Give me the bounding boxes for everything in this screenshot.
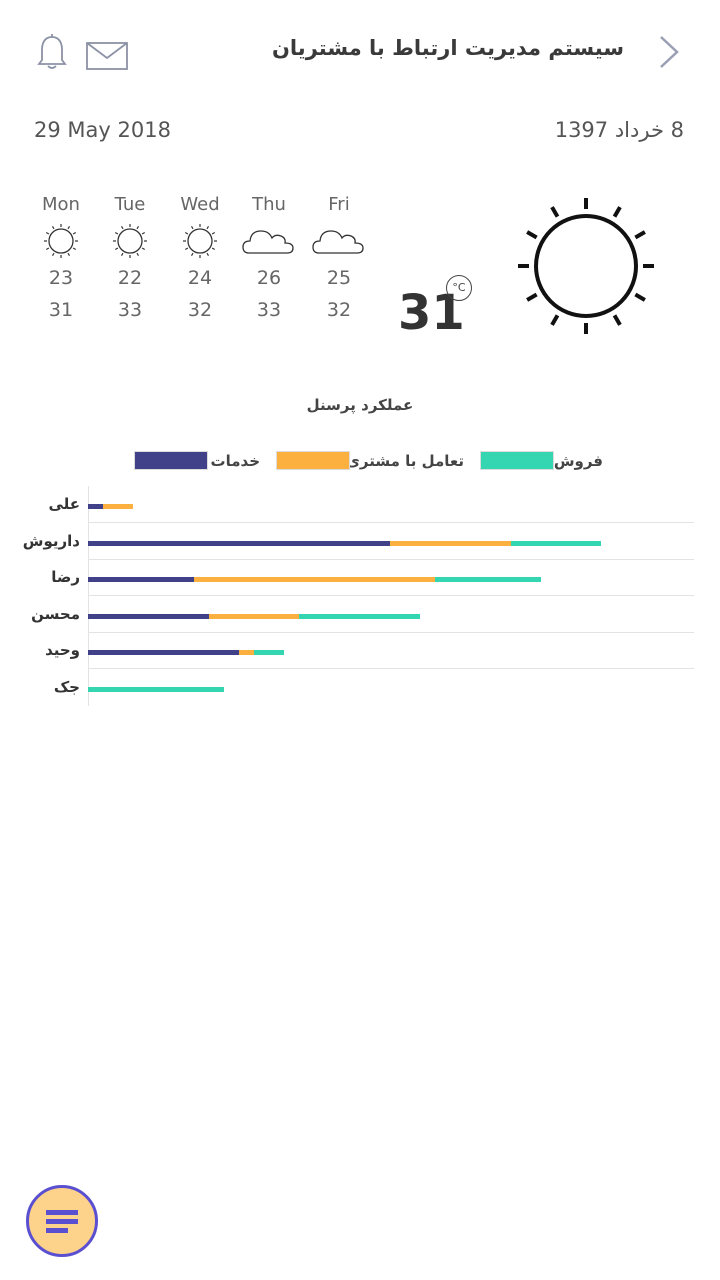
bar-segment	[208, 613, 300, 619]
grid-line	[88, 559, 694, 560]
legend-swatch	[134, 451, 208, 470]
grid-line	[88, 595, 694, 596]
category-label: جک	[53, 678, 80, 696]
forecast-day: Tue 22 33	[100, 194, 160, 321]
notifications-button[interactable]	[36, 33, 68, 71]
low-temp: 24	[187, 267, 213, 289]
mail-icon	[86, 42, 128, 70]
grid-line	[88, 668, 694, 669]
forecast-day: Thu 26 33	[239, 194, 299, 321]
category-label: داریوش	[22, 532, 80, 550]
menu-icon	[46, 1210, 78, 1233]
bar-segment	[435, 577, 541, 583]
bar-segment	[88, 577, 194, 583]
bar-segment	[239, 650, 255, 656]
chart-title: عملکرد پرسنل	[306, 396, 414, 414]
category-label: محسن	[31, 605, 80, 623]
category-label: وحید	[45, 641, 80, 659]
high-temp: 32	[326, 299, 352, 321]
low-temp: 22	[117, 267, 143, 289]
menu-fab-button[interactable]	[26, 1185, 98, 1257]
bar-segment	[88, 540, 390, 546]
grid-line	[88, 632, 694, 633]
category-label: رضا	[51, 568, 80, 586]
high-temp: 32	[187, 299, 213, 321]
legend-swatch	[480, 451, 554, 470]
forecast-day: Mon 23 31	[31, 194, 91, 321]
legend-label: خدمات	[210, 452, 260, 470]
sun-icon	[100, 221, 160, 265]
cloud-icon	[309, 221, 369, 265]
bar-segment	[510, 540, 602, 546]
gregorian-date: 29 May 2018	[34, 118, 171, 142]
day-name: Fri	[328, 194, 350, 215]
high-temp: 31	[48, 299, 74, 321]
legend-label: تعامل با مشتری	[346, 452, 464, 470]
forecast-day: Fri 25 32	[309, 194, 369, 321]
grid-line	[88, 522, 694, 523]
celsius-icon: °C	[446, 275, 472, 301]
chevron-right-icon	[660, 36, 679, 68]
high-temp: 33	[256, 299, 282, 321]
legend-swatch	[276, 451, 350, 470]
forecast-day: Wed 24 32	[170, 194, 230, 321]
legend-label: فروش	[553, 452, 603, 470]
sun-icon	[170, 221, 230, 265]
back-button[interactable]	[656, 34, 682, 70]
day-name: Tue	[114, 194, 146, 215]
page-title: سیستم مدیریت ارتباط با مشتریان	[272, 36, 624, 60]
low-temp: 23	[48, 267, 74, 289]
sun-icon	[516, 196, 656, 336]
persian-date: 8 خرداد 1397	[554, 118, 684, 142]
day-name: Wed	[180, 194, 220, 215]
bar-segment	[103, 504, 134, 509]
day-name: Thu	[252, 194, 286, 215]
cloud-icon	[239, 221, 299, 265]
bar-segment	[193, 577, 436, 583]
messages-button[interactable]	[86, 42, 128, 70]
bar-segment	[299, 613, 421, 619]
bell-icon	[37, 34, 67, 69]
bar-segment	[254, 650, 285, 656]
chart-axis	[88, 486, 89, 706]
day-name: Mon	[42, 194, 80, 215]
category-label: علی	[48, 495, 80, 513]
bar-segment	[88, 504, 104, 509]
low-temp: 26	[256, 267, 282, 289]
bar-segment	[88, 613, 209, 619]
low-temp: 25	[326, 267, 352, 289]
bar-segment	[88, 687, 224, 692]
sun-icon	[31, 221, 91, 265]
high-temp: 33	[117, 299, 143, 321]
bar-segment	[390, 540, 511, 546]
bar-segment	[88, 650, 239, 656]
